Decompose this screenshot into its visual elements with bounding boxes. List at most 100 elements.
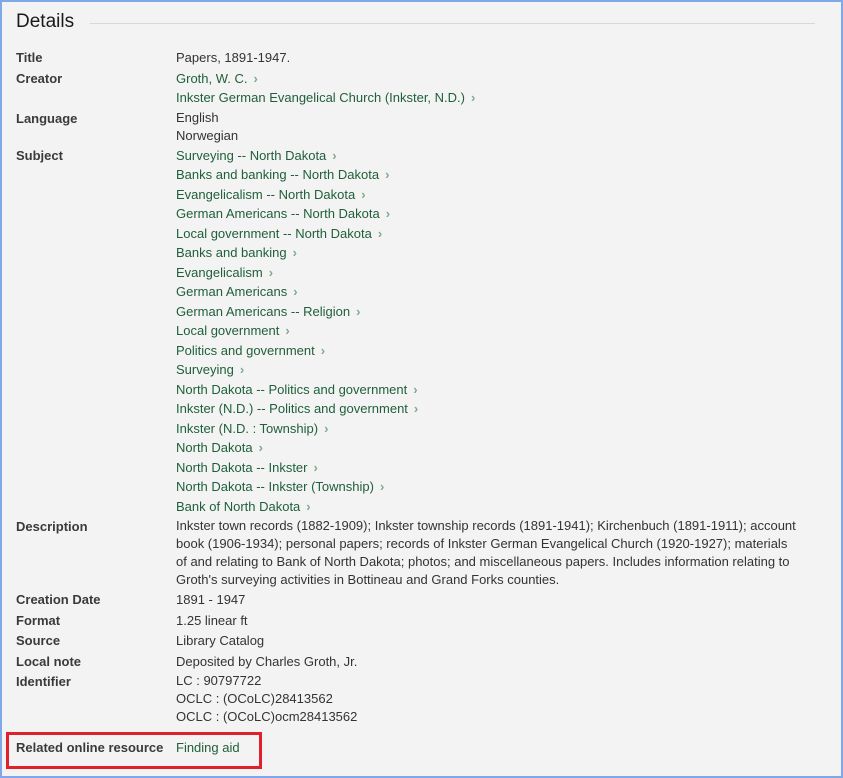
field-label: Title [16, 50, 43, 65]
field-label: Identifier [16, 674, 71, 689]
details-list: Title Papers, 1891-1947. Creator Groth, … [16, 48, 816, 726]
field-label: Description [16, 519, 88, 534]
chevron-right-icon[interactable]: › [386, 206, 390, 221]
link-item: Bank of North Dakota › [176, 497, 816, 517]
chevron-right-icon[interactable]: › [332, 148, 336, 163]
header-divider [90, 22, 815, 24]
field-value: Papers, 1891-1947. [176, 50, 291, 65]
chevron-right-icon[interactable]: › [356, 304, 360, 319]
subject-link[interactable]: Banks and banking -- North Dakota [176, 167, 379, 182]
subject-link[interactable]: German Americans -- Religion [176, 304, 350, 319]
chevron-right-icon[interactable]: › [254, 71, 258, 86]
subject-link[interactable]: North Dakota -- Inkster [176, 460, 308, 475]
chevron-right-icon[interactable]: › [361, 187, 365, 202]
field-label: Creator [16, 70, 63, 86]
subject-link[interactable]: Bank of North Dakota [176, 499, 300, 514]
row-creator: Creator Groth, W. C. › Inkster German Evan… [16, 69, 816, 108]
subject-link[interactable]: North Dakota -- Politics and government [176, 382, 407, 397]
row-creation-date: Creation Date 1891 - 1947 [16, 590, 816, 610]
chevron-right-icon[interactable]: › [293, 245, 297, 260]
link-item: Local government › [176, 321, 816, 341]
chevron-right-icon[interactable]: › [293, 284, 297, 299]
link-item: Surveying -- North Dakota › [176, 146, 816, 166]
link-item: Surveying › [176, 360, 816, 380]
link-item: Evangelicalism › [176, 263, 816, 283]
subject-links: Surveying -- North Dakota › Banks and bank… [176, 146, 816, 517]
language-values: English Norwegian [176, 109, 816, 145]
chevron-right-icon[interactable]: › [324, 421, 328, 436]
row-subject: Subject Surveying -- North Dakota › Banks … [16, 146, 816, 517]
chevron-right-icon[interactable]: › [378, 226, 382, 241]
subject-link[interactable]: Surveying [176, 362, 234, 377]
row-source: Source Library Catalog [16, 631, 816, 651]
creator-link[interactable]: Groth, W. C. [176, 71, 248, 86]
language-value: English [176, 109, 219, 125]
identifier-value: LC : 90797722 [176, 673, 262, 688]
subject-link[interactable]: Politics and government [176, 343, 315, 358]
link-item: North Dakota -- Politics and government › [176, 380, 816, 400]
creator-link[interactable]: Inkster German Evangelical Church (Inkst… [176, 90, 465, 105]
chevron-right-icon[interactable]: › [240, 362, 244, 377]
subject-link[interactable]: North Dakota [176, 440, 253, 455]
section-header: Details [16, 10, 815, 34]
row-identifier: Identifier LC : 90797722 OCLC : (OCoLC)2… [16, 672, 816, 726]
identifier-value: OCLC : (OCoLC)ocm28413562 [176, 709, 358, 724]
link-item: North Dakota -- Inkster › [176, 458, 816, 478]
field-value: 1891 - 1947 [176, 592, 246, 607]
creator-links: Groth, W. C. › Inkster German Evangelical … [176, 69, 816, 108]
link-item: German Americans › [176, 282, 816, 302]
subject-link[interactable]: German Americans [176, 284, 287, 299]
subject-link[interactable]: Inkster (N.D. : Township) [176, 421, 318, 436]
field-label: Related online resource [16, 740, 164, 755]
chevron-right-icon[interactable]: › [471, 90, 475, 105]
link-item: Banks and banking -- North Dakota › [176, 165, 816, 185]
details-panel: Details Title Papers, 1891-1947. Creator… [0, 0, 843, 778]
link-item: Groth, W. C. › [176, 69, 816, 89]
identifier-values: LC : 90797722 OCLC : (OCoLC)28413562 OCL… [176, 672, 816, 726]
field-label: Format [16, 612, 61, 628]
link-item: German Americans -- Religion › [176, 302, 816, 322]
finding-aid-link[interactable]: Finding aid [176, 740, 240, 755]
subject-link[interactable]: Banks and banking [176, 245, 287, 260]
subject-link[interactable]: Evangelicalism -- North Dakota [176, 187, 355, 202]
chevron-right-icon[interactable]: › [259, 440, 263, 455]
chevron-right-icon[interactable]: › [306, 499, 310, 514]
chevron-right-icon[interactable]: › [385, 167, 389, 182]
row-language: Language English Norwegian [16, 109, 816, 145]
row-local-note: Local note Deposited by Charles Groth, J… [16, 652, 816, 672]
link-item: Evangelicalism -- North Dakota › [176, 185, 816, 205]
link-item: Banks and banking › [176, 243, 816, 263]
field-value: Library Catalog [176, 633, 265, 648]
subject-link[interactable]: Local government [176, 323, 279, 338]
chevron-right-icon[interactable]: › [413, 382, 417, 397]
row-related-online-resource: Related online resource Finding aid [16, 738, 240, 758]
chevron-right-icon[interactable]: › [414, 401, 418, 416]
link-item: Inkster (N.D.) -- Politics and governmen… [176, 399, 816, 419]
link-item: Inkster (N.D. : Township) › [176, 419, 816, 439]
chevron-right-icon[interactable]: › [321, 343, 325, 358]
link-item: North Dakota -- Inkster (Township) › [176, 477, 816, 497]
field-value: 1.25 linear ft [176, 612, 248, 628]
chevron-right-icon[interactable]: › [314, 460, 318, 475]
description-text: Inkster town records (1882-1909); Inkste… [176, 518, 796, 587]
subject-link[interactable]: German Americans -- North Dakota [176, 206, 380, 221]
subject-link[interactable]: Evangelicalism [176, 265, 263, 280]
chevron-right-icon[interactable]: › [269, 265, 273, 280]
identifier-value: OCLC : (OCoLC)28413562 [176, 691, 333, 706]
subject-link[interactable]: Local government -- North Dakota [176, 226, 372, 241]
field-label: Local note [16, 653, 82, 669]
link-item: German Americans -- North Dakota › [176, 204, 816, 224]
field-label: Creation Date [16, 592, 101, 607]
subject-link[interactable]: Surveying -- North Dakota [176, 148, 326, 163]
subject-link[interactable]: North Dakota -- Inkster (Township) [176, 479, 374, 494]
row-format: Format 1.25 linear ft [16, 611, 816, 631]
subject-link[interactable]: Inkster (N.D.) -- Politics and governmen… [176, 401, 408, 416]
link-item: Local government -- North Dakota › [176, 224, 816, 244]
language-value: Norwegian [176, 127, 239, 143]
chevron-right-icon[interactable]: › [285, 323, 289, 338]
field-value: Deposited by Charles Groth, Jr. [176, 653, 358, 669]
link-item: Politics and government › [176, 341, 816, 361]
chevron-right-icon[interactable]: › [380, 479, 384, 494]
field-label: Source [16, 633, 61, 648]
link-item: Inkster German Evangelical Church (Inkst… [176, 88, 816, 108]
